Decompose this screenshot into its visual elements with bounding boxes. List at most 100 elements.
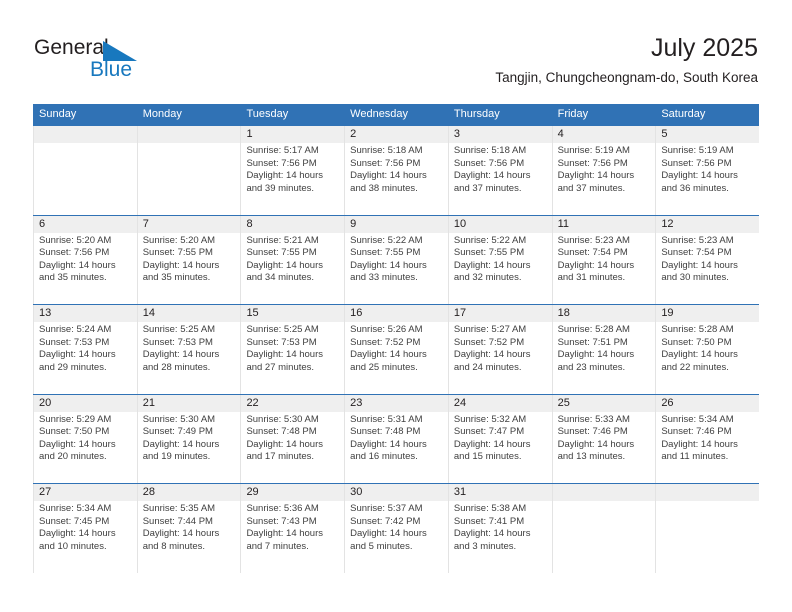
day-cell[interactable]: 21 Sunrise: 5:30 AM Sunset: 7:49 PM Dayl… bbox=[136, 394, 241, 483]
sunset-text: Sunset: 7:52 PM bbox=[453, 336, 525, 348]
day-cell[interactable]: 11 Sunrise: 5:23 AM Sunset: 7:54 PM Dayl… bbox=[551, 215, 656, 304]
sunset-text: Sunset: 7:48 PM bbox=[246, 426, 317, 438]
day-cell[interactable]: 18 Sunrise: 5:28 AM Sunset: 7:51 PM Dayl… bbox=[551, 305, 656, 394]
day-details: Sunrise: 5:19 AM Sunset: 7:56 PM Dayligh… bbox=[661, 145, 754, 195]
sunrise-text: Sunrise: 5:31 AM bbox=[350, 413, 423, 425]
day-number: 2 bbox=[350, 128, 357, 140]
sunrise-text: Sunrise: 5:19 AM bbox=[557, 145, 630, 156]
weekday-header-friday: Friday bbox=[557, 108, 589, 120]
day-number: 1 bbox=[246, 128, 253, 140]
daylight-text-line2: and 16 minutes. bbox=[350, 451, 418, 463]
day-number: 24 bbox=[453, 396, 467, 409]
sunrise-text: Sunrise: 5:26 AM bbox=[350, 324, 423, 335]
daylight-text-line2: and 22 minutes. bbox=[661, 361, 729, 373]
daylight-text-line1: Daylight: 14 hours bbox=[350, 349, 427, 361]
day-cell[interactable]: 12 Sunrise: 5:23 AM Sunset: 7:54 PM Dayl… bbox=[655, 215, 759, 304]
day-details: Sunrise: 5:30 AM Sunset: 7:49 PM Dayligh… bbox=[143, 414, 236, 464]
daylight-text-line2: and 5 minutes. bbox=[350, 540, 413, 552]
day-cell[interactable]: 10 Sunrise: 5:22 AM Sunset: 7:55 PM Dayl… bbox=[447, 215, 552, 304]
day-cell[interactable]: 2 Sunrise: 5:18 AM Sunset: 7:56 PM Dayli… bbox=[344, 126, 448, 215]
day-number: 25 bbox=[557, 396, 570, 409]
daylight-text-line2: and 27 minutes. bbox=[246, 361, 315, 373]
day-cell[interactable]: 6 Sunrise: 5:20 AM Sunset: 7:56 PM Dayli… bbox=[33, 215, 137, 304]
daylight-text-line1: Daylight: 14 hours bbox=[661, 170, 738, 182]
sunrise-text: Sunrise: 5:29 AM bbox=[39, 413, 112, 425]
day-cell[interactable]: 9 Sunrise: 5:22 AM Sunset: 7:55 PM Dayli… bbox=[344, 215, 448, 304]
day-cell[interactable]: 27 Sunrise: 5:34 AM Sunset: 7:45 PM Dayl… bbox=[33, 484, 137, 573]
daylight-text-line2: and 17 minutes. bbox=[246, 451, 315, 463]
day-cell[interactable]: 16 Sunrise: 5:26 AM Sunset: 7:52 PM Dayl… bbox=[344, 305, 448, 394]
day-cell[interactable]: 8 Sunrise: 5:21 AM Sunset: 7:55 PM Dayli… bbox=[240, 215, 344, 304]
day-number: 31 bbox=[453, 486, 467, 498]
day-cell[interactable]: 7 Sunrise: 5:20 AM Sunset: 7:55 PM Dayli… bbox=[136, 215, 241, 304]
sunset-text: Sunset: 7:54 PM bbox=[661, 247, 732, 259]
day-cell[interactable]: 30 Sunrise: 5:37 AM Sunset: 7:42 PM Dayl… bbox=[344, 484, 448, 573]
sunset-text: Sunset: 7:50 PM bbox=[39, 426, 110, 438]
day-cell[interactable] bbox=[551, 484, 656, 573]
sunset-text: Sunset: 7:44 PM bbox=[142, 515, 213, 527]
day-cell[interactable]: 5 Sunrise: 5:19 AM Sunset: 7:56 PM Dayli… bbox=[655, 126, 759, 215]
sunrise-text: Sunrise: 5:25 AM bbox=[246, 324, 319, 335]
daylight-text-line1: Daylight: 14 hours bbox=[246, 438, 324, 450]
daylight-text-line1: Daylight: 14 hours bbox=[39, 349, 116, 361]
week-row: 13 Sunrise: 5:24 AM Sunset: 7:53 PM Dayl… bbox=[33, 304, 759, 394]
daylight-text-line2: and 31 minutes. bbox=[557, 272, 626, 284]
daylight-text-line2: and 34 minutes. bbox=[246, 272, 315, 284]
day-number: 19 bbox=[661, 307, 674, 319]
sunset-text: Sunset: 7:52 PM bbox=[350, 336, 421, 348]
day-cell[interactable]: 1 Sunrise: 5:17 AM Sunset: 7:56 PM Dayli… bbox=[240, 126, 344, 215]
day-cell[interactable]: 20 Sunrise: 5:29 AM Sunset: 7:50 PM Dayl… bbox=[33, 394, 137, 483]
general-blue-logo[interactable]: General Blue bbox=[34, 36, 154, 84]
day-cell[interactable]: 14 Sunrise: 5:25 AM Sunset: 7:53 PM Dayl… bbox=[136, 305, 241, 394]
day-cell[interactable]: 23 Sunrise: 5:31 AM Sunset: 7:48 PM Dayl… bbox=[344, 394, 448, 483]
daylight-text-line2: and 23 minutes. bbox=[557, 361, 626, 373]
day-details: Sunrise: 5:32 AM Sunset: 7:47 PM Dayligh… bbox=[454, 414, 547, 464]
day-details: Sunrise: 5:38 AM Sunset: 7:41 PM Dayligh… bbox=[454, 503, 547, 553]
sunset-text: Sunset: 7:56 PM bbox=[39, 247, 110, 259]
daylight-text-line2: and 36 minutes. bbox=[661, 182, 729, 194]
sunrise-text: Sunrise: 5:17 AM bbox=[246, 145, 319, 156]
daylight-text-line1: Daylight: 14 hours bbox=[246, 170, 324, 182]
day-details: Sunrise: 5:29 AM Sunset: 7:50 PM Dayligh… bbox=[39, 414, 132, 464]
sunset-text: Sunset: 7:56 PM bbox=[557, 157, 628, 169]
sunset-text: Sunset: 7:55 PM bbox=[246, 247, 317, 259]
daylight-text-line2: and 35 minutes. bbox=[39, 272, 107, 284]
day-cell[interactable]: 25 Sunrise: 5:33 AM Sunset: 7:46 PM Dayl… bbox=[551, 394, 656, 483]
week-row: 27 Sunrise: 5:34 AM Sunset: 7:45 PM Dayl… bbox=[33, 483, 759, 573]
week-row: 1 Sunrise: 5:17 AM Sunset: 7:56 PM Dayli… bbox=[33, 125, 759, 215]
day-cell[interactable]: 31 Sunrise: 5:38 AM Sunset: 7:41 PM Dayl… bbox=[447, 484, 552, 573]
daylight-text-line1: Daylight: 14 hours bbox=[557, 259, 635, 271]
day-cell[interactable]: 3 Sunrise: 5:18 AM Sunset: 7:56 PM Dayli… bbox=[447, 126, 552, 215]
day-cell[interactable]: 24 Sunrise: 5:32 AM Sunset: 7:47 PM Dayl… bbox=[447, 394, 552, 483]
day-cell[interactable]: 29 Sunrise: 5:36 AM Sunset: 7:43 PM Dayl… bbox=[240, 484, 344, 573]
sunrise-text: Sunrise: 5:32 AM bbox=[453, 413, 527, 425]
title-block: July 2025 Tangjin, Chungcheongnam-do, So… bbox=[495, 33, 758, 86]
daylight-text-line1: Daylight: 14 hours bbox=[142, 349, 220, 361]
sunset-text: Sunset: 7:50 PM bbox=[661, 336, 732, 348]
day-cell[interactable]: 19 Sunrise: 5:28 AM Sunset: 7:50 PM Dayl… bbox=[655, 305, 759, 394]
sunset-text: Sunset: 7:48 PM bbox=[350, 426, 421, 438]
day-cell[interactable]: 22 Sunrise: 5:30 AM Sunset: 7:48 PM Dayl… bbox=[240, 394, 344, 483]
day-cell[interactable]: 28 Sunrise: 5:35 AM Sunset: 7:44 PM Dayl… bbox=[136, 484, 241, 573]
day-cell[interactable]: 26 Sunrise: 5:34 AM Sunset: 7:46 PM Dayl… bbox=[655, 394, 759, 483]
sunrise-text: Sunrise: 5:33 AM bbox=[557, 413, 630, 425]
day-cell[interactable]: 15 Sunrise: 5:25 AM Sunset: 7:53 PM Dayl… bbox=[240, 305, 344, 394]
daylight-text-line1: Daylight: 14 hours bbox=[246, 259, 324, 271]
day-cell[interactable]: 4 Sunrise: 5:19 AM Sunset: 7:56 PM Dayli… bbox=[551, 126, 656, 215]
day-number: 26 bbox=[661, 396, 674, 409]
sunset-text: Sunset: 7:46 PM bbox=[661, 426, 732, 438]
sunrise-text: Sunrise: 5:28 AM bbox=[557, 324, 630, 335]
day-details: Sunrise: 5:17 AM Sunset: 7:56 PM Dayligh… bbox=[246, 145, 339, 195]
day-cell[interactable]: 17 Sunrise: 5:27 AM Sunset: 7:52 PM Dayl… bbox=[447, 305, 552, 394]
day-cell[interactable] bbox=[136, 126, 241, 215]
sunset-text: Sunset: 7:55 PM bbox=[350, 247, 421, 259]
sunrise-text: Sunrise: 5:23 AM bbox=[557, 234, 630, 246]
sunrise-text: Sunrise: 5:34 AM bbox=[661, 413, 734, 425]
day-details: Sunrise: 5:18 AM Sunset: 7:56 PM Dayligh… bbox=[350, 145, 443, 195]
sunrise-text: Sunrise: 5:18 AM bbox=[453, 145, 527, 156]
day-number: 14 bbox=[142, 307, 155, 319]
sunrise-text: Sunrise: 5:24 AM bbox=[39, 324, 112, 335]
day-cell[interactable] bbox=[33, 126, 137, 215]
day-cell[interactable]: 13 Sunrise: 5:24 AM Sunset: 7:53 PM Dayl… bbox=[33, 305, 137, 394]
day-cell[interactable] bbox=[655, 484, 759, 573]
